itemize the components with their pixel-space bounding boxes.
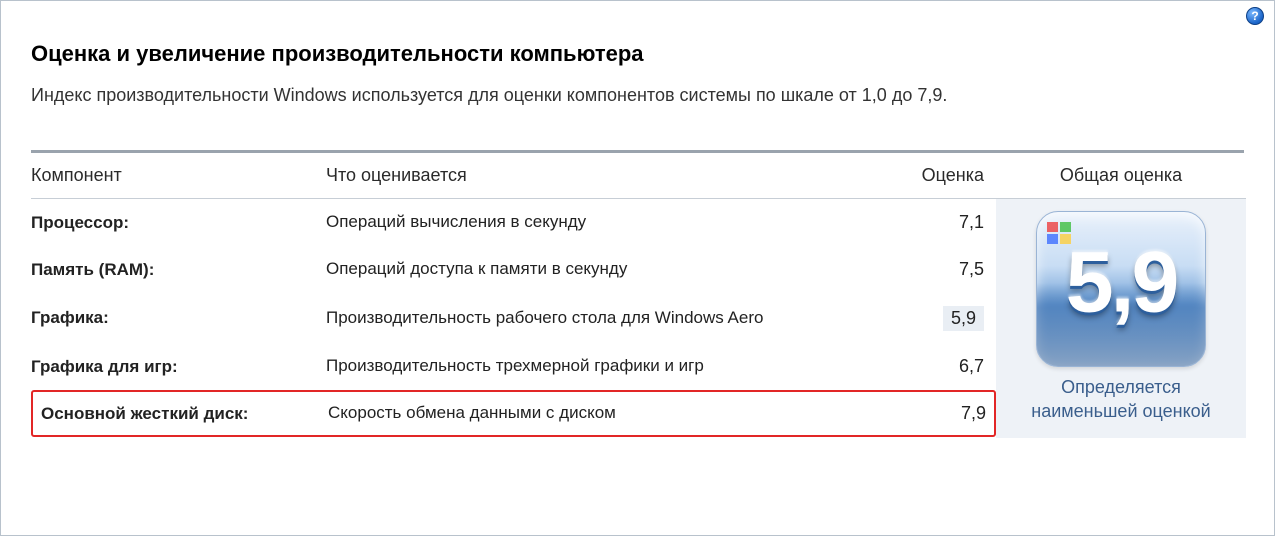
row-description: Операций доступа к памяти в секунду	[326, 246, 886, 293]
row-score: 5,9	[886, 294, 996, 343]
row-description: Производительность рабочего стола для Wi…	[326, 295, 886, 342]
row-component: Графика для игр:	[31, 345, 326, 389]
page-description: Индекс производительности Windows исполь…	[31, 85, 1244, 106]
row-description: Производительность трехмерной графики и …	[326, 343, 886, 390]
scores-grid: Компонент Что оценивается Оценка Общая о…	[31, 165, 1244, 438]
col-header-what: Что оценивается	[326, 165, 886, 199]
row-component: Графика:	[31, 296, 326, 340]
row-score: 7,9	[888, 393, 998, 434]
col-header-component: Компонент	[31, 165, 326, 199]
base-score-caption: Определяется наименьшей оценкой	[996, 375, 1246, 424]
row-score: 7,5	[886, 247, 996, 292]
base-score-badge: 5,9	[1036, 211, 1206, 367]
col-header-total: Общая оценка	[996, 165, 1246, 199]
row-score: 7,1	[886, 200, 996, 245]
base-score-block: 5,9 Определяется наименьшей оценкой	[996, 199, 1246, 438]
row-component: Память (RAM):	[31, 248, 326, 292]
row-component: Процессор:	[31, 201, 326, 245]
help-icon[interactable]: ?	[1246, 7, 1264, 25]
row-component: Основной жесткий диск:	[33, 394, 328, 434]
col-header-score: Оценка	[886, 165, 996, 199]
row-score: 6,7	[886, 344, 996, 389]
divider	[31, 150, 1244, 153]
base-score-value: 5,9	[1066, 233, 1177, 332]
row-description: Скорость обмена данными с диском	[328, 392, 888, 435]
page-title: Оценка и увеличение производительности к…	[31, 41, 1244, 67]
performance-panel: ? Оценка и увеличение производительности…	[0, 0, 1275, 536]
highlighted-row: Основной жесткий диск: Скорость обмена д…	[31, 390, 996, 437]
row-description: Операций вычисления в секунду	[326, 199, 886, 246]
